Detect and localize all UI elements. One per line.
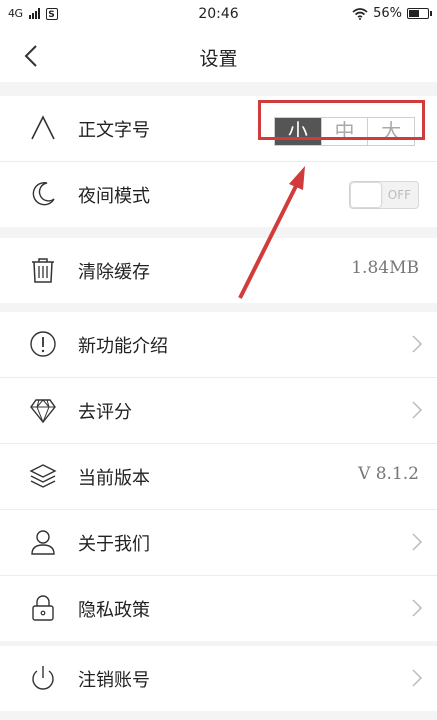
features-label: 新功能介绍 xyxy=(78,336,168,357)
logout-label: 注销账号 xyxy=(78,670,150,691)
night-mode-label: 夜间模式 xyxy=(78,186,150,207)
info-circle-icon xyxy=(30,331,56,357)
features-row[interactable]: 新功能介绍 xyxy=(0,312,437,378)
clear-cache-row[interactable]: 清除缓存 1.84MB xyxy=(0,238,437,303)
rate-row[interactable]: 去评分 xyxy=(0,378,437,444)
version-value: V 8.1.2 xyxy=(358,464,419,484)
privacy-row[interactable]: 隐私政策 xyxy=(0,576,437,641)
night-mode-toggle[interactable]: OFF xyxy=(349,181,419,209)
chevron-right-icon xyxy=(412,669,423,687)
battery-percent: 56% xyxy=(373,6,402,21)
font-size-label: 正文字号 xyxy=(78,120,150,141)
about-label: 关于我们 xyxy=(78,534,150,555)
info-menu-group: 新功能介绍 去评分 当前版本 V 8.1.2 关于我们 隐私政策 xyxy=(0,312,437,641)
status-bar: 4G S 20:46 56% xyxy=(0,0,437,30)
account-group: 注销账号 xyxy=(0,646,437,711)
version-label: 当前版本 xyxy=(78,468,150,489)
logout-row[interactable]: 注销账号 xyxy=(0,646,437,711)
rate-label: 去评分 xyxy=(78,402,132,423)
version-row: 当前版本 V 8.1.2 xyxy=(0,444,437,510)
toggle-knob xyxy=(351,183,381,207)
chevron-right-icon xyxy=(412,599,423,617)
chevron-right-icon xyxy=(412,533,423,551)
chevron-right-icon xyxy=(412,401,423,419)
cache-size-value: 1.84MB xyxy=(351,258,419,278)
lock-icon xyxy=(32,595,54,621)
night-mode-row: 夜间模式 OFF xyxy=(0,162,437,227)
annotation-highlight-box xyxy=(258,100,425,140)
chevron-right-icon xyxy=(412,335,423,353)
cache-group: 清除缓存 1.84MB xyxy=(0,238,437,303)
page-title: 设置 xyxy=(199,48,238,70)
trash-icon xyxy=(32,258,54,283)
nav-bar: 设置 xyxy=(0,30,437,82)
wifi-icon xyxy=(352,7,368,20)
clear-cache-label: 清除缓存 xyxy=(78,262,150,283)
battery-icon xyxy=(407,8,432,19)
moon-icon xyxy=(32,181,55,206)
power-icon xyxy=(32,666,54,690)
toggle-state-text: OFF xyxy=(387,188,411,202)
layers-icon xyxy=(29,464,57,488)
diamond-icon xyxy=(30,399,56,424)
letter-a-icon xyxy=(31,115,55,140)
privacy-label: 隐私政策 xyxy=(78,600,150,621)
about-row[interactable]: 关于我们 xyxy=(0,510,437,576)
status-right: 56% xyxy=(352,6,432,21)
user-icon xyxy=(31,530,55,555)
